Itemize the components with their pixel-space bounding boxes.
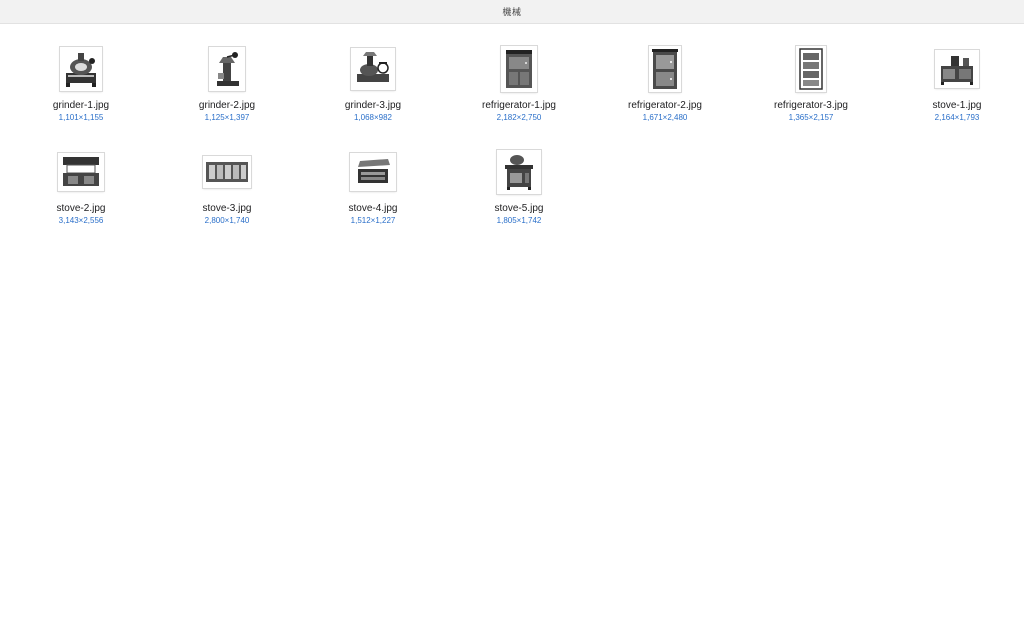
file-dimensions: 1,805×1,742	[496, 216, 542, 225]
file-item[interactable]: stove-4.jpg 1,512×1,227	[300, 127, 446, 230]
file-dimensions: 1,512×1,227	[350, 216, 396, 225]
stove-engraving-icon	[350, 153, 396, 191]
file-name: stove-5.jpg	[494, 203, 544, 214]
file-dimensions: 1,365×2,157	[788, 113, 834, 122]
finder-window: 機械 grinder-1.jpg 1,101×1,155 grinder-2.j…	[0, 0, 1024, 639]
file-item[interactable]: grinder-3.jpg 1,068×982	[300, 24, 446, 127]
stove-engraving-icon	[497, 150, 541, 194]
stove-engraving-icon	[203, 156, 251, 188]
file-item[interactable]: stove-5.jpg 1,805×1,742	[446, 127, 592, 230]
file-item[interactable]: stove-2.jpg 3,143×2,556	[8, 127, 154, 230]
file-name: refrigerator-3.jpg	[774, 100, 848, 111]
file-name: refrigerator-1.jpg	[482, 100, 556, 111]
file-name: grinder-1.jpg	[52, 100, 110, 111]
file-name: stove-1.jpg	[932, 100, 982, 111]
window-title: 機械	[502, 7, 522, 17]
grinder-engraving-icon	[60, 47, 102, 91]
file-item[interactable]: refrigerator-2.jpg 1,671×2,480	[592, 24, 738, 127]
file-dimensions: 1,671×2,480	[642, 113, 688, 122]
file-item[interactable]: refrigerator-3.jpg 1,365×2,157	[738, 24, 884, 127]
stove-engraving-icon	[58, 153, 104, 191]
file-name: stove-3.jpg	[202, 203, 252, 214]
file-dimensions: 3,143×2,556	[58, 216, 104, 225]
stove-engraving-icon	[935, 50, 979, 88]
file-dimensions: 1,068×982	[353, 113, 393, 122]
icon-grid: grinder-1.jpg 1,101×1,155 grinder-2.jpg	[8, 24, 1018, 230]
file-dimensions: 2,164×1,793	[934, 113, 980, 122]
file-name: refrigerator-2.jpg	[628, 100, 702, 111]
refrigerator-engraving-icon	[796, 46, 826, 92]
file-item[interactable]: grinder-2.jpg 1,125×1,397	[154, 24, 300, 127]
file-item[interactable]: grinder-1.jpg 1,101×1,155	[8, 24, 154, 127]
file-dimensions: 2,800×1,740	[204, 216, 250, 225]
grinder-engraving-icon	[209, 47, 245, 91]
file-name: grinder-3.jpg	[344, 100, 402, 111]
file-item[interactable]: stove-1.jpg 2,164×1,793	[884, 24, 1024, 127]
file-dimensions: 1,125×1,397	[204, 113, 250, 122]
file-dimensions: 1,101×1,155	[58, 113, 104, 122]
file-name: stove-4.jpg	[348, 203, 398, 214]
file-dimensions: 2,182×2,750	[496, 113, 542, 122]
refrigerator-engraving-icon	[649, 46, 681, 92]
file-name: stove-2.jpg	[56, 203, 106, 214]
refrigerator-engraving-icon	[501, 46, 537, 92]
file-name: grinder-2.jpg	[198, 100, 256, 111]
title-bar[interactable]: 機械	[0, 0, 1024, 24]
grinder-engraving-icon	[351, 48, 395, 90]
file-item[interactable]: refrigerator-1.jpg 2,182×2,750	[446, 24, 592, 127]
file-item[interactable]: stove-3.jpg 2,800×1,740	[154, 127, 300, 230]
